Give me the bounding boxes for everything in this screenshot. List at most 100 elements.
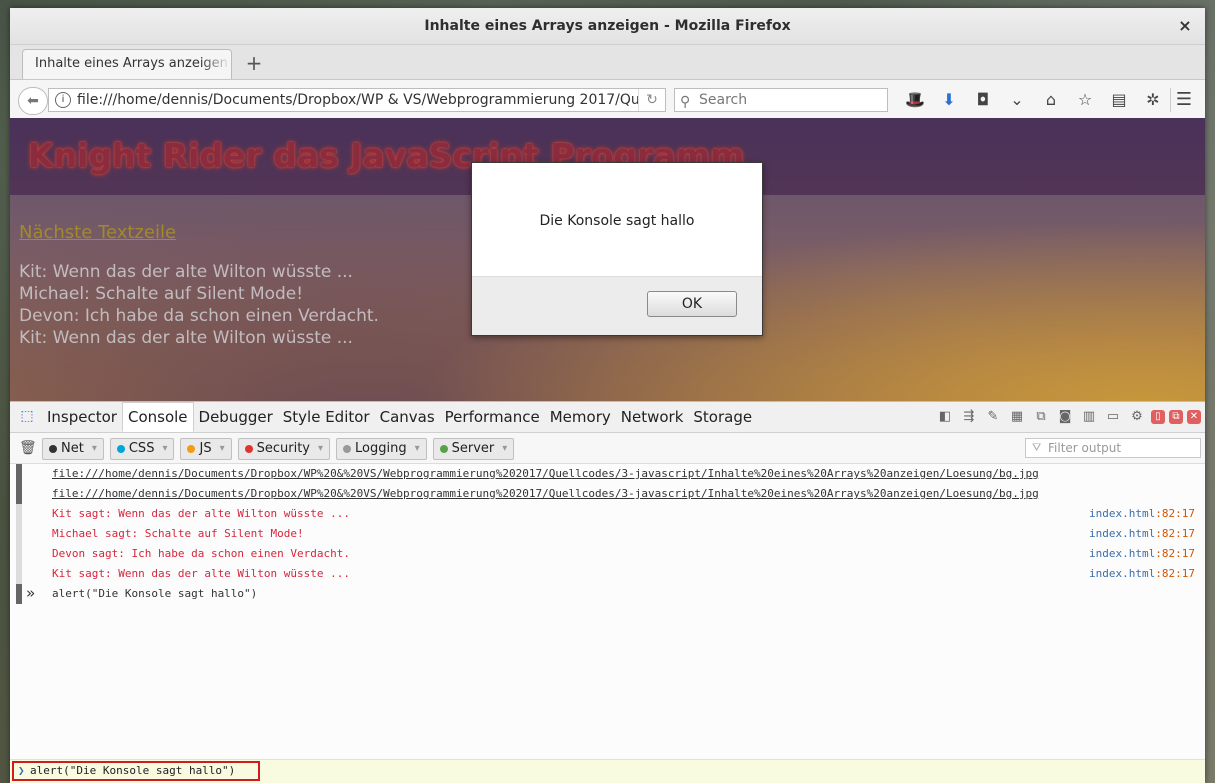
filter-icon: ⛛ — [1032, 441, 1042, 454]
ok-button[interactable]: OK — [647, 291, 737, 317]
filter-dot-icon — [244, 445, 253, 453]
close-window-button[interactable]: × — [1175, 16, 1195, 36]
filter-dot-icon — [49, 445, 57, 453]
alert-footer: OK — [472, 276, 762, 335]
log-source-link[interactable]: index.html:82:17 — [1089, 544, 1195, 564]
tab-bar: Inhalte eines Arrays anzeigen + — [10, 45, 1205, 80]
tab-canvas[interactable]: Canvas — [375, 402, 440, 432]
bookmark-star-icon[interactable]: ☆ — [1068, 88, 1102, 112]
filter-output-input[interactable]: ⛛ Filter output — [1025, 438, 1201, 458]
window-title: Inhalte eines Arrays anzeigen - Mozilla … — [424, 18, 791, 34]
filter-js[interactable]: JS ▾ — [180, 438, 232, 460]
search-icon: ⚲ — [680, 94, 691, 110]
filter-dot-icon — [343, 445, 352, 453]
undock-icon[interactable]: ⧉ — [1169, 410, 1183, 424]
addon-icon[interactable]: ✲ — [1136, 88, 1170, 112]
filter-label: JS — [199, 441, 212, 456]
console-log-row: Devon sagt: Ich habe da schon einen Verd… — [10, 544, 1205, 564]
tab-memory[interactable]: Memory — [545, 402, 616, 432]
ruler-icon[interactable]: ▭ — [1103, 408, 1123, 426]
console-input[interactable]: ❯ alert("Die Konsole sagt hallo") — [12, 761, 260, 781]
element-picker-icon[interactable]: ⬚ — [18, 408, 36, 424]
source-file: index.html — [1089, 547, 1156, 560]
console-log: file:///home/dennis/Documents/Dropbox/WP… — [10, 464, 1205, 604]
info-icon[interactable]: i — [55, 92, 71, 108]
frame-icon[interactable]: ⧉ — [1031, 408, 1051, 426]
tab-performance[interactable]: Performance — [440, 402, 545, 432]
download-icon[interactable]: ⬇ — [932, 88, 966, 112]
reload-icon[interactable]: ↻ — [638, 89, 665, 111]
log-source-link[interactable]: index.html:82:17 — [1089, 564, 1195, 584]
screenshot-icon[interactable]: ◘ — [966, 88, 1000, 112]
log-gutter — [16, 464, 22, 484]
source-file: index.html — [1089, 507, 1156, 520]
dialogue-line: Devon: Ich habe da schon einen Verdacht. — [19, 306, 379, 326]
filter-label: Logging — [355, 441, 407, 456]
filter-dot-icon — [116, 445, 125, 453]
log-source-link[interactable]: index.html:82:17 — [1089, 504, 1195, 524]
network-request-link[interactable]: file:///home/dennis/Documents/Dropbox/WP… — [52, 484, 1039, 504]
log-gutter — [16, 564, 22, 584]
log-message: Devon sagt: Ich habe da schon einen Verd… — [52, 547, 351, 560]
console-log-row: Michael sagt: Schalte auf Silent Mode! in… — [10, 524, 1205, 544]
settings-icon[interactable]: ⚙ — [1127, 408, 1147, 426]
camera-icon[interactable]: ◙ — [1055, 408, 1075, 426]
source-line: :82:17 — [1155, 527, 1195, 540]
filter-css[interactable]: CSS ▾ — [109, 438, 175, 460]
console-command: alert("Die Konsole sagt hallo") — [52, 587, 258, 600]
notepad-icon[interactable]: ▦ — [1007, 408, 1027, 426]
tab-console[interactable]: Console — [121, 402, 194, 432]
search-placeholder: Search — [699, 92, 748, 108]
back-button[interactable]: ⬅ — [18, 87, 48, 115]
tab-inspector[interactable]: Inspector — [42, 402, 122, 432]
tab-network[interactable]: Network — [616, 402, 689, 432]
console-log-row: file:///home/dennis/Documents/Dropbox/WP… — [10, 484, 1205, 504]
console-input-line: ❯ alert("Die Konsole sagt hallo") — [10, 759, 1205, 783]
devtools-toolbar: ◧ ⇶ ✎ ▦ ⧉ ◙ ▥ ▭ ⚙ ▯ ⧉ ✕ — [935, 408, 1201, 426]
home-icon[interactable]: ⌂ — [1034, 88, 1068, 112]
source-line: :82:17 — [1155, 567, 1195, 580]
trash-icon[interactable]: 🗑 — [19, 440, 37, 456]
chevron-down-icon: ▾ — [219, 443, 225, 454]
log-message: Michael sagt: Schalte auf Silent Mode! — [52, 527, 304, 540]
log-source-link[interactable]: index.html:82:17 — [1089, 524, 1195, 544]
filter-dot-icon — [439, 445, 448, 453]
source-file: index.html — [1089, 527, 1156, 540]
chevron-down-icon: ▾ — [414, 443, 420, 454]
next-line-link[interactable]: Nächste Textzeile — [19, 222, 176, 243]
filter-logging[interactable]: Logging ▾ — [336, 438, 427, 460]
responsive-icon[interactable]: ⇶ — [959, 408, 979, 426]
dialogue-line: Michael: Schalte auf Silent Mode! — [19, 284, 304, 304]
console-log-row: » alert("Die Konsole sagt hallo") — [10, 584, 1205, 604]
filter-output-placeholder: Filter output — [1048, 441, 1122, 455]
console-log-row: Kit sagt: Wenn das der alte Wilton wüsst… — [10, 504, 1205, 524]
pocket-icon[interactable]: ⌄ — [1000, 88, 1034, 112]
filter-server[interactable]: Server ▾ — [432, 438, 515, 460]
grid-icon[interactable]: ▥ — [1079, 408, 1099, 426]
reading-list-icon[interactable]: ▤ — [1102, 88, 1136, 112]
new-tab-button[interactable]: + — [244, 51, 264, 75]
url-text: file:///home/dennis/Documents/Dropbox/WP… — [77, 92, 666, 108]
tab-debugger[interactable]: Debugger — [194, 402, 278, 432]
browser-tab[interactable]: Inhalte eines Arrays anzeigen — [22, 49, 232, 79]
log-message: Kit sagt: Wenn das der alte Wilton wüsst… — [52, 507, 351, 520]
split-console-icon[interactable]: ◧ — [935, 408, 955, 426]
filter-net[interactable]: Net ▾ — [42, 438, 104, 460]
console-log-row: file:///home/dennis/Documents/Dropbox/WP… — [10, 464, 1205, 484]
close-devtools-icon[interactable]: ✕ — [1187, 410, 1201, 424]
hat-icon[interactable]: 🎩 — [898, 88, 932, 112]
chevron-down-icon: ▾ — [162, 443, 168, 454]
network-request-link[interactable]: file:///home/dennis/Documents/Dropbox/WP… — [52, 464, 1039, 484]
filter-security[interactable]: Security ▾ — [237, 438, 331, 460]
menu-icon[interactable]: ☰ — [1170, 88, 1197, 112]
paintbrush-icon[interactable]: ✎ — [983, 408, 1003, 426]
tab-storage[interactable]: Storage — [688, 402, 757, 432]
chevron-down-icon: ▾ — [318, 443, 324, 454]
command-prompt-icon: » — [26, 584, 36, 602]
chevron-down-icon: ▾ — [91, 443, 97, 454]
url-bar[interactable]: i file:///home/dennis/Documents/Dropbox/… — [48, 88, 666, 112]
tab-style-editor[interactable]: Style Editor — [278, 402, 375, 432]
search-input[interactable]: ⚲ Search — [674, 88, 888, 112]
prompt-chevron-icon: ❯ — [18, 764, 25, 777]
dock-icon[interactable]: ▯ — [1151, 410, 1165, 424]
